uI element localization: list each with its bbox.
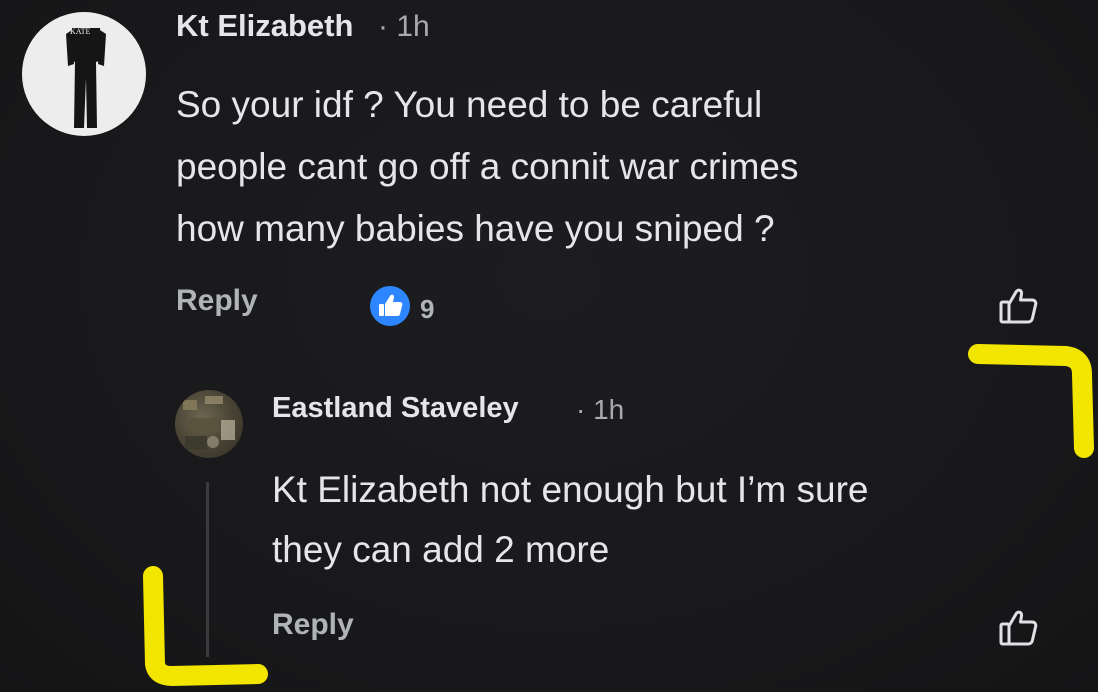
thumbs-up-outline-icon[interactable] xyxy=(994,602,1044,652)
yellow-corner-mark-top-right xyxy=(968,344,1094,458)
thumbs-up-outline-icon[interactable] xyxy=(994,280,1044,330)
reply-button[interactable]: Reply xyxy=(176,284,258,318)
photo-texture xyxy=(183,396,235,450)
reply-author[interactable]: Eastland Staveley xyxy=(272,392,519,425)
comment-body-line: how many babies have you sniped ? xyxy=(176,208,775,249)
comment-author[interactable]: Kt Elizabeth xyxy=(176,8,353,44)
reply-body: Kt Elizabeth not enough but I’m sure the… xyxy=(272,460,1072,580)
reply-body-line: they can add 2 more xyxy=(272,529,610,570)
comment-body-line: people cant go off a connit war crimes xyxy=(176,146,799,187)
reply-body-line: Kt Elizabeth not enough but I’m sure xyxy=(272,469,869,510)
reply-avatar[interactable] xyxy=(175,390,243,458)
comment-thread: KATE Kt Elizabeth · 1h So your idf ? You… xyxy=(0,0,1098,692)
thread-connector-line xyxy=(206,482,209,657)
thumbs-up-reaction-icon[interactable] xyxy=(370,286,410,326)
reply-to-reply-button[interactable]: Reply xyxy=(272,608,354,642)
reply-timestamp: · 1h xyxy=(576,394,625,425)
avatar-shirt-text: KATE xyxy=(70,27,91,36)
reaction-count[interactable]: 9 xyxy=(420,294,434,325)
comment-body: So your idf ? You need to be careful peo… xyxy=(176,74,1056,260)
comment-timestamp: · 1h xyxy=(378,10,430,43)
avatar[interactable]: KATE xyxy=(22,12,146,136)
comment-body-line: So your idf ? You need to be careful xyxy=(176,84,763,125)
person-silhouette xyxy=(66,28,106,128)
